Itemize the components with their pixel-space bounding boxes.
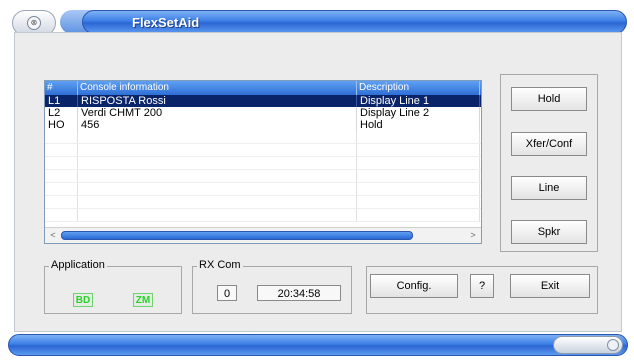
empty-row — [45, 196, 481, 209]
application-group: Application BD ZM — [44, 259, 182, 314]
rx-com-group: RX Com 0 20:34:58 — [192, 259, 352, 314]
row-info: RISPOSTA Rossi — [78, 95, 357, 107]
list-header: # Console information Description — [45, 81, 481, 95]
list-row[interactable]: L2 Verdi CHMT 200 Display Line 2 — [45, 107, 481, 119]
xfer-conf-button[interactable]: Xfer/Conf — [511, 132, 587, 156]
scroll-thumb[interactable] — [61, 231, 413, 240]
app-menu-icon: ⊗ — [27, 16, 41, 30]
window-title: FlexSetAid — [132, 15, 200, 30]
empty-row — [45, 157, 481, 170]
scroll-right-icon[interactable]: > — [467, 229, 479, 241]
hold-button[interactable]: Hold — [511, 87, 587, 111]
list-row[interactable]: L1 RISPOSTA Rossi Display Line 1 — [45, 95, 481, 107]
application-label: Application — [49, 259, 107, 271]
row-id: L2 — [45, 107, 78, 119]
empty-row — [45, 144, 481, 157]
config-button[interactable]: Config. — [370, 274, 458, 298]
scroll-left-icon[interactable]: < — [47, 229, 59, 241]
help-button[interactable]: ? — [470, 274, 494, 298]
zm-indicator: ZM — [133, 293, 153, 307]
bottom-bar — [8, 334, 628, 356]
empty-row — [45, 131, 481, 144]
empty-row — [45, 209, 481, 222]
row-id: HO — [45, 119, 78, 131]
exit-button[interactable]: Exit — [510, 274, 590, 298]
empty-row — [45, 170, 481, 183]
column-header-console-info[interactable]: Console information — [78, 81, 357, 95]
row-description: Display Line 1 — [357, 95, 480, 107]
line-button[interactable]: Line — [511, 176, 587, 200]
row-info: 456 — [78, 119, 357, 131]
column-header-number[interactable]: # — [45, 81, 78, 95]
horizontal-scrollbar[interactable]: < > — [45, 227, 481, 243]
column-header-description[interactable]: Description — [357, 81, 480, 95]
list-row[interactable]: HO 456 Hold — [45, 119, 481, 131]
rx-time-field: 20:34:58 — [257, 285, 341, 301]
resize-grip[interactable] — [553, 336, 623, 354]
app-window: ⊗ FlexSetAid # Console information Descr… — [0, 0, 634, 360]
empty-row — [45, 183, 481, 196]
rx-com-label: RX Com — [197, 259, 243, 271]
call-control-group: Hold Xfer/Conf Line Spkr — [500, 74, 598, 252]
row-description: Display Line 2 — [357, 107, 480, 119]
spkr-button[interactable]: Spkr — [511, 220, 587, 244]
row-id: L1 — [45, 95, 78, 107]
row-description: Hold — [357, 119, 480, 131]
rx-count-field: 0 — [217, 285, 237, 301]
row-info: Verdi CHMT 200 — [78, 107, 357, 119]
grip-icon — [607, 339, 619, 351]
bd-indicator: BD — [73, 293, 93, 307]
console-list[interactable]: # Console information Description L1 RIS… — [44, 80, 482, 244]
